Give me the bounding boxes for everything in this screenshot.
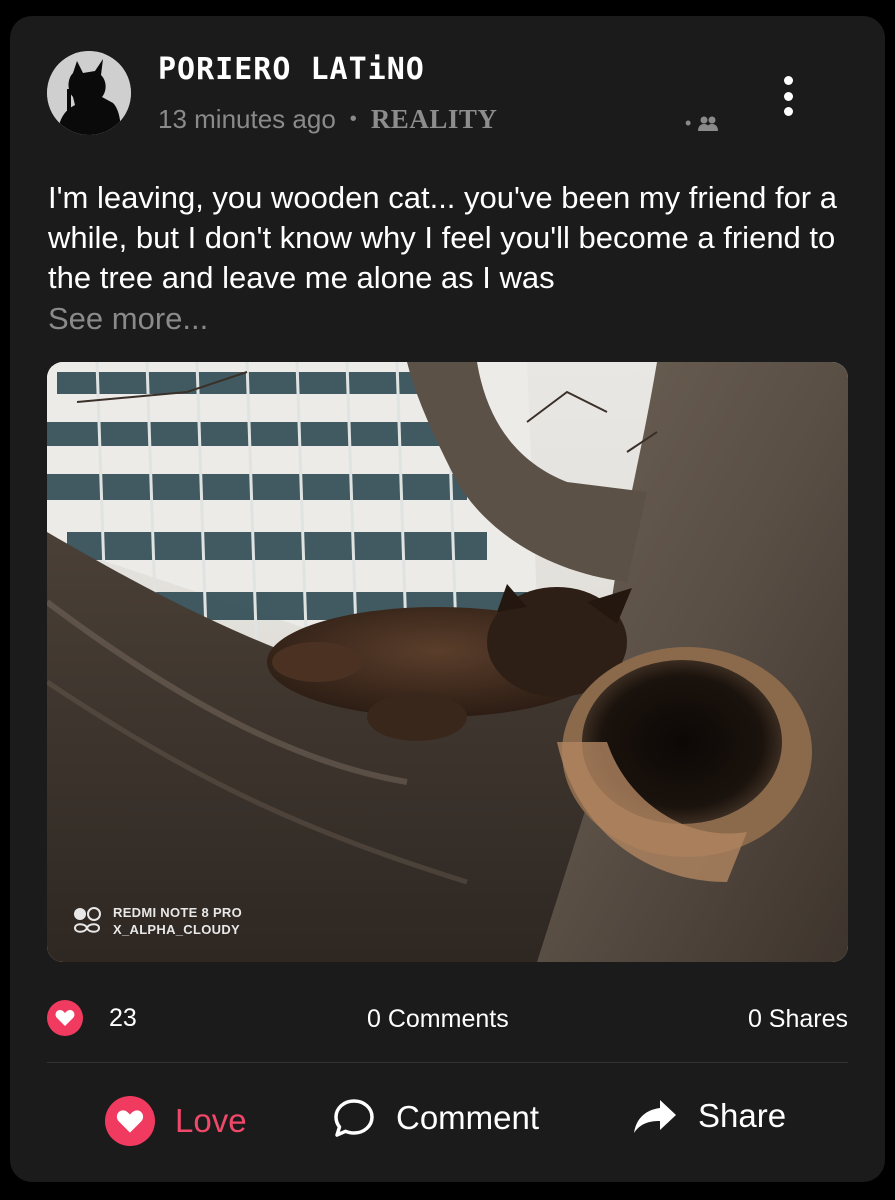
shares-count[interactable]: 0 Shares — [748, 1005, 848, 1034]
photo-image — [47, 362, 848, 962]
share-arrow-icon — [634, 1100, 676, 1133]
watermark-line-1: REDMI NOTE 8 PRO — [113, 905, 243, 920]
privacy-dot: • — [685, 113, 692, 133]
watermark-line-2: X_ALPHA_CLOUDY — [113, 922, 240, 937]
privacy-indicator: • — [685, 113, 719, 134]
post-stats: 23 0 Comments 0 Shares — [47, 1000, 848, 1040]
love-button[interactable]: Love — [105, 1096, 247, 1146]
post-time: 13 minutes ago — [158, 104, 336, 134]
comment-bubble-icon — [334, 1099, 374, 1137]
comments-count[interactable]: 0 Comments — [367, 1005, 509, 1034]
likes-summary[interactable]: 23 — [47, 1000, 137, 1036]
heart-icon — [105, 1096, 155, 1146]
author-name[interactable]: PORIERO LATiNO — [158, 52, 425, 87]
photo-watermark: REDMI NOTE 8 PRO X_ALPHA_CLOUDY — [71, 904, 242, 938]
heart-icon — [47, 1000, 83, 1036]
divider — [47, 1062, 848, 1063]
see-more-link[interactable]: See more... — [48, 299, 208, 339]
action-bar: Love Comment Share — [47, 1096, 848, 1152]
camera-watermark-icon — [73, 907, 101, 933]
post-meta: 13 minutes ago • REALITY — [158, 104, 497, 135]
share-label: Share — [698, 1097, 787, 1134]
comment-label: Comment — [396, 1099, 540, 1136]
group-icon — [698, 116, 719, 131]
avatar-silhouette-icon — [47, 51, 131, 135]
share-button[interactable]: Share — [632, 1096, 786, 1136]
post-photo[interactable]: REDMI NOTE 8 PRO X_ALPHA_CLOUDY — [47, 362, 848, 962]
more-options-icon[interactable] — [776, 76, 800, 116]
meta-separator: • — [349, 108, 357, 130]
avatar[interactable] — [47, 51, 131, 135]
love-label: Love — [175, 1102, 247, 1139]
post-category[interactable]: REALITY — [371, 104, 498, 135]
likes-count: 23 — [109, 1003, 137, 1032]
post-card: PORIERO LATiNO 13 minutes ago • REALITY … — [10, 16, 885, 1182]
post-text: I'm leaving, you wooden cat... you've be… — [48, 180, 837, 295]
comment-button[interactable]: Comment — [332, 1096, 539, 1140]
